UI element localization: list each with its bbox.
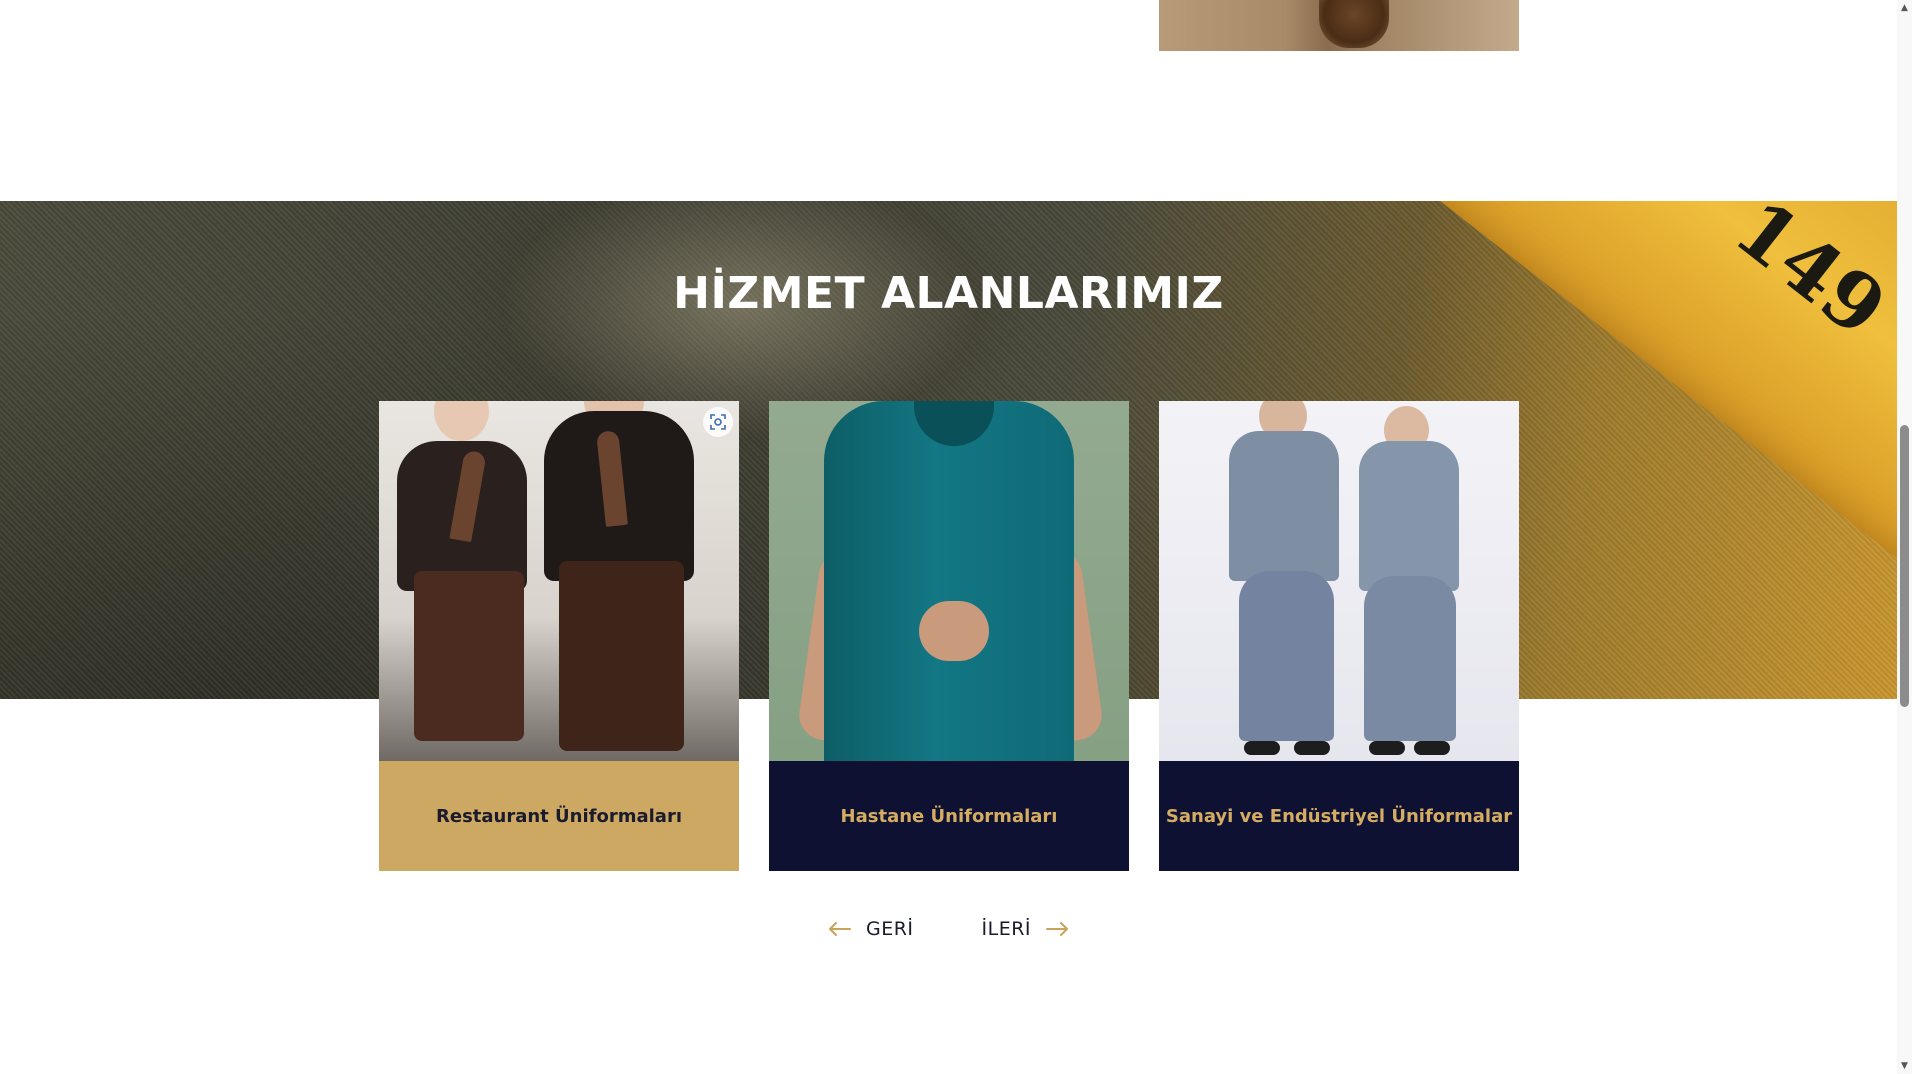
- work-pants: [1239, 571, 1334, 741]
- next-label: İLERİ: [981, 918, 1032, 940]
- zoom-scan-icon[interactable]: [703, 407, 733, 437]
- service-card-industrial[interactable]: Sanayi ve Endüstriyel Üniformalar: [1159, 401, 1519, 871]
- card-caption[interactable]: Sanayi ve Endüstriyel Üniformalar: [1159, 761, 1519, 871]
- work-shirt: [1359, 441, 1459, 591]
- top-partial-image: [1159, 0, 1519, 51]
- tape-number: 148: [1529, 201, 1713, 207]
- apron: [414, 571, 524, 741]
- industrial-uniform-photo[interactable]: [1159, 401, 1519, 761]
- hands: [919, 601, 989, 661]
- scroll-up-arrow-icon[interactable]: ▲: [1899, 3, 1910, 13]
- section-title: HİZMET ALANLARIMIZ: [673, 268, 1224, 319]
- medical-tunic: [824, 401, 1074, 761]
- prev-button[interactable]: GERİ: [828, 918, 914, 940]
- carousel-navigation: GERİ İLERİ: [0, 918, 1897, 940]
- prev-label: GERİ: [865, 918, 914, 940]
- work-shirt: [1229, 431, 1339, 581]
- shoe: [1414, 741, 1450, 755]
- person-head: [434, 401, 489, 441]
- restaurant-uniform-photo[interactable]: [379, 401, 739, 761]
- service-card-restaurant[interactable]: Restaurant Üniformaları: [379, 401, 739, 871]
- shoe: [1244, 741, 1280, 755]
- work-pants: [1364, 576, 1456, 741]
- card-caption[interactable]: Restaurant Üniformaları: [379, 761, 739, 871]
- page-scrollbar[interactable]: ▲ ▼: [1897, 0, 1912, 1074]
- arrow-right-icon: [1045, 921, 1069, 937]
- apron: [559, 561, 684, 751]
- next-button[interactable]: İLERİ: [982, 918, 1070, 940]
- hospital-uniform-photo[interactable]: [769, 401, 1129, 761]
- scroll-down-arrow-icon[interactable]: ▼: [1899, 1061, 1910, 1071]
- card-caption[interactable]: Hastane Üniformaları: [769, 761, 1129, 871]
- shoe: [1369, 741, 1405, 755]
- thread-spool-graphic: [1319, 0, 1389, 48]
- arrow-left-icon: [828, 921, 852, 937]
- scroll-thumb[interactable]: [1900, 425, 1909, 707]
- service-card-hospital[interactable]: Hastane Üniformaları: [769, 401, 1129, 871]
- shoe: [1294, 741, 1330, 755]
